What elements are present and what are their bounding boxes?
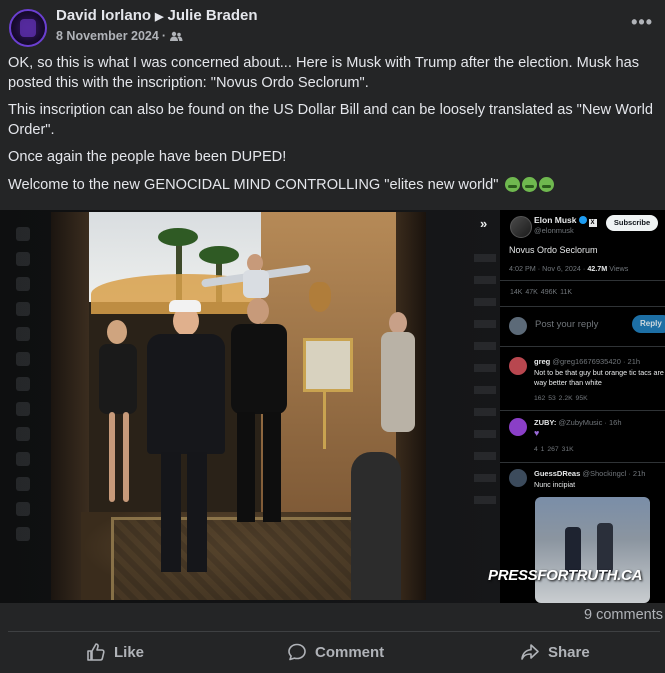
caret-right-icon: ▶ [155, 11, 164, 23]
x-author-handle: @elonmusk [534, 226, 574, 235]
nauseated-face-emoji-icon [521, 176, 537, 192]
friends-audience-icon [170, 31, 183, 45]
x-post-panel: Elon Musk X @elonmusk Subscribe Novus Ord… [500, 210, 665, 603]
x-views-label: Views [609, 264, 629, 273]
x-post-timestamp: 4:02 PM · Nov 6, 2024 · [509, 264, 586, 273]
post-paragraph: This inscription can also be found on th… [8, 102, 653, 138]
x-comment-name: GuessDReas [534, 469, 581, 478]
post-paragraph-last: Welcome to the new GENOCIDAL MIND CONTRO… [8, 176, 660, 196]
post-paragraph: Once again the people have been DUPED! [8, 149, 287, 165]
nauseated-face-emoji-icon [538, 176, 554, 192]
x-comment-stats: 162 53 2.2K 95K [534, 395, 588, 402]
framed-document [303, 338, 353, 392]
author-avatar[interactable] [9, 9, 47, 47]
post-paragraph: Welcome to the new GENOCIDAL MIND CONTRO… [8, 176, 499, 193]
x-comment-text: Not to be that guy but orange tic tacs a… [534, 368, 664, 387]
verified-badge-icon [578, 216, 587, 224]
comment-label: Comment [315, 643, 385, 661]
post-paragraph: OK, so this is what I was concerned abou… [8, 55, 640, 91]
post-text: OK, so this is what I was concerned abou… [8, 54, 660, 203]
author-name[interactable]: David Iorlano [56, 7, 151, 24]
x-reply-avatar [509, 317, 527, 335]
x-comment-avatar [509, 418, 527, 436]
post-media[interactable]: Elon Musk X @elonmusk Subscribe Novus Ord… [0, 210, 665, 603]
like-label: Like [114, 643, 145, 661]
x-reply-placeholder: Post your reply [535, 319, 599, 330]
comment-button[interactable]: Comment [287, 637, 384, 667]
x-comment-author: GuessDReas @Shockingcl · 21h [534, 469, 645, 478]
post-meta: 8 November 2024 · [56, 29, 183, 45]
purple-heart-icon: ♥ [534, 428, 540, 438]
share-label: Share [548, 643, 590, 661]
x-engagement-stats: 14K 47K 496K 11K [510, 289, 573, 296]
x-comment-author: greg @greg16676935420 · 21h [534, 357, 640, 366]
x-post-stats: 14K 47K 496K 11K [510, 289, 572, 296]
faded-x-trends [474, 240, 498, 580]
x-post-text: Novus Ordo Seclorum [509, 245, 598, 255]
post-footer: 9 comments Like Comment Share [0, 603, 665, 673]
share-arrow-icon [521, 644, 539, 660]
event-photo [51, 212, 426, 600]
double-chevron-icon: » [480, 216, 488, 231]
x-reply-button: Reply [632, 315, 665, 333]
x-comment-handle: @ZubyMusic · 16h [558, 418, 622, 427]
faded-x-sidebar [14, 216, 50, 596]
x-comment-text: Nunc incipiat [534, 480, 576, 489]
x-comment-avatar [509, 469, 527, 487]
recipient-name[interactable]: Julie Braden [168, 7, 258, 24]
x-comment-text: ♥ [534, 428, 664, 439]
post-date[interactable]: 8 November 2024 [56, 29, 159, 43]
x-author-avatar [510, 216, 532, 238]
x-comment-avatar [509, 357, 527, 375]
x-comment-author: ZUBY: @ZubyMusic · 16h [534, 418, 622, 427]
x-post-time: 4:02 PM · Nov 6, 2024 · 42.7M Views [509, 264, 628, 273]
x-comment-image [535, 497, 650, 603]
share-button[interactable]: Share [520, 637, 590, 667]
comment-bubble-icon [288, 643, 306, 661]
post-header: David Iorlano ▶ Julie Braden 8 November 20… [0, 0, 665, 50]
like-button[interactable]: Like [86, 637, 144, 667]
comments-count[interactable]: 9 comments [584, 607, 663, 623]
x-comment-stats: 4 1 267 31K [534, 446, 574, 453]
x-comment-name: greg [534, 357, 551, 366]
thumbs-up-icon [87, 643, 105, 661]
x-views-count: 42.7M [587, 264, 608, 273]
divider [8, 631, 660, 632]
x-comment-handle: @greg16676935420 · 21h [552, 357, 641, 366]
x-subscribe-button: Subscribe [606, 215, 658, 231]
x-logo-icon: X [588, 219, 597, 227]
watermark: PRESSFORTRUTH.CA [488, 567, 643, 584]
x-comment-handle: @Shockingcl · 21h [582, 469, 646, 478]
more-horizontal-icon[interactable]: ••• [631, 12, 653, 33]
nauseated-face-emoji-icon [504, 176, 520, 192]
x-author-name: Elon Musk [534, 215, 577, 225]
x-comment-name: ZUBY: [534, 418, 557, 427]
post-author-line: David Iorlano ▶ Julie Braden [56, 7, 258, 24]
